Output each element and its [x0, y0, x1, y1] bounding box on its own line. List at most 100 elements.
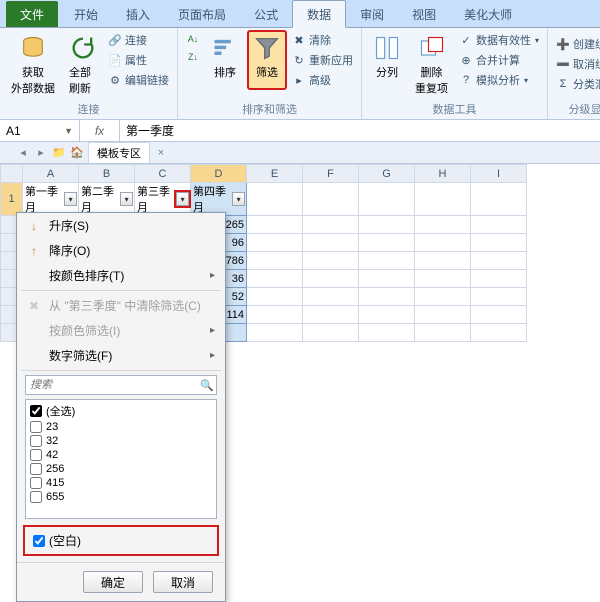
- ok-button[interactable]: 确定: [83, 571, 143, 593]
- ribbon-tabs: 文件 开始 插入 页面布局 公式 数据 审阅 视图 美化大师: [0, 0, 600, 28]
- group-button[interactable]: ➕创建组: [554, 35, 600, 53]
- filter-dropdown-c[interactable]: ▾: [176, 192, 189, 206]
- cell-b1[interactable]: 第二季月▾: [79, 183, 135, 216]
- tab-formulas[interactable]: 公式: [240, 1, 292, 27]
- colhead-g[interactable]: G: [359, 165, 415, 183]
- properties-button[interactable]: 📄属性: [106, 51, 171, 69]
- template-zone-tab[interactable]: 模板专区: [88, 142, 150, 163]
- tab-insert[interactable]: 插入: [112, 1, 164, 27]
- advanced-filter-button[interactable]: ▸高级: [290, 71, 355, 89]
- prev-sheet-icon[interactable]: ◂: [16, 146, 30, 160]
- filter-values-list[interactable]: (全选) 23 32 42 256 415 655: [25, 399, 217, 519]
- connections-button[interactable]: 🔗连接: [106, 31, 171, 49]
- filter-check-item[interactable]: 23: [28, 420, 214, 434]
- cell-a1[interactable]: 第一季月▾: [23, 183, 79, 216]
- cell[interactable]: [303, 183, 359, 216]
- link-icon: 🔗: [108, 33, 122, 47]
- colhead-h[interactable]: H: [415, 165, 471, 183]
- group-label-data-tools: 数据工具: [368, 99, 541, 117]
- tab-review[interactable]: 审阅: [346, 1, 398, 27]
- close-tab-icon[interactable]: ×: [154, 146, 168, 160]
- data-validation-button[interactable]: ✓数据有效性: [457, 31, 541, 49]
- get-external-data-button[interactable]: 获取 外部数据: [6, 31, 60, 99]
- ungroup-button[interactable]: ➖取消组合: [554, 55, 600, 73]
- whatif-button[interactable]: ?模拟分析: [457, 71, 541, 89]
- rowhead-1[interactable]: 1: [1, 183, 23, 216]
- sort-desc-item[interactable]: ↑降序(O): [17, 238, 225, 263]
- filter-blanks-marked: (空白): [23, 525, 219, 556]
- tab-beautify[interactable]: 美化大师: [450, 1, 526, 27]
- select-all-corner[interactable]: [1, 165, 23, 183]
- validation-icon: ✓: [459, 33, 473, 47]
- advanced-icon: ▸: [292, 73, 306, 87]
- duplicates-icon: [418, 34, 446, 62]
- refresh-all-button[interactable]: 全部刷新: [64, 31, 102, 99]
- filter-check-select-all[interactable]: (全选): [28, 402, 214, 420]
- folder-icon[interactable]: 📁: [52, 146, 66, 160]
- filter-dropdown-a[interactable]: ▾: [64, 192, 77, 206]
- cell[interactable]: [359, 183, 415, 216]
- tab-page-layout[interactable]: 页面布局: [164, 1, 240, 27]
- tab-view[interactable]: 视图: [398, 1, 450, 27]
- text-to-columns-button[interactable]: 分列: [368, 31, 406, 99]
- filter-dropdown-d[interactable]: ▾: [232, 192, 245, 206]
- whatif-icon: ?: [459, 73, 473, 87]
- subtotal-button[interactable]: Σ分类汇总: [554, 75, 600, 93]
- sort-asc-icon: A↓: [186, 32, 200, 46]
- filter-dropdown-b[interactable]: ▾: [120, 192, 133, 206]
- colhead-c[interactable]: C: [135, 165, 191, 183]
- filter-check-item[interactable]: 42: [28, 448, 214, 462]
- group-label-sort-filter: 排序和筛选: [184, 99, 355, 117]
- ribbon-group-outline: ➕创建组 ➖取消组合 Σ分类汇总 分级显示: [548, 28, 600, 119]
- tab-file[interactable]: 文件: [6, 1, 58, 27]
- filter-check-blanks[interactable]: (空白): [31, 531, 211, 550]
- edit-links-button[interactable]: ⚙编辑链接: [106, 71, 171, 89]
- filter-check-item[interactable]: 655: [28, 490, 214, 504]
- number-filters-item[interactable]: 数字筛选(F): [17, 343, 225, 368]
- autofilter-panel: ↓升序(S) ↑降序(O) 按颜色排序(T) ✖从 "第三季度" 中清除筛选(C…: [16, 212, 226, 602]
- consolidate-button[interactable]: ⊕合并计算: [457, 51, 541, 69]
- tab-home[interactable]: 开始: [60, 1, 112, 27]
- cell-c1[interactable]: 第三季月▾: [135, 183, 191, 216]
- sort-by-color-item[interactable]: 按颜色排序(T): [17, 263, 225, 288]
- filter-search-input[interactable]: [26, 379, 200, 391]
- sort-asc-item[interactable]: ↓升序(S): [17, 213, 225, 238]
- cell[interactable]: [471, 183, 527, 216]
- subtotal-icon: Σ: [556, 77, 570, 91]
- clear-filter-button[interactable]: ✖清除: [290, 31, 355, 49]
- reapply-button[interactable]: ↻重新应用: [290, 51, 355, 69]
- fx-button[interactable]: fx: [80, 120, 120, 141]
- remove-duplicates-button[interactable]: 删除 重复项: [410, 31, 453, 99]
- sort-asc-button[interactable]: A↓: [184, 31, 202, 47]
- home-icon[interactable]: 🏠: [70, 146, 84, 160]
- get-external-data-label: 获取 外部数据: [11, 64, 55, 96]
- filter-check-item[interactable]: 415: [28, 476, 214, 490]
- filter-button[interactable]: 筛选: [248, 31, 286, 89]
- filter-check-item[interactable]: 32: [28, 434, 214, 448]
- cell-d1[interactable]: 第四季月▾: [191, 183, 247, 216]
- sort-button[interactable]: 排序: [206, 31, 244, 89]
- filter-by-color-item: 按颜色筛选(I): [17, 318, 225, 343]
- colhead-a[interactable]: A: [23, 165, 79, 183]
- sort-icon: [211, 34, 239, 62]
- filter-search[interactable]: 🔍: [25, 375, 217, 395]
- cancel-button[interactable]: 取消: [153, 571, 213, 593]
- filter-check-item[interactable]: 256: [28, 462, 214, 476]
- next-sheet-icon[interactable]: ▸: [34, 146, 48, 160]
- colhead-d[interactable]: D: [191, 165, 247, 183]
- refresh-icon: [69, 34, 97, 62]
- chevron-down-icon: ▼: [64, 126, 73, 136]
- name-box[interactable]: A1 ▼: [0, 120, 80, 141]
- cell[interactable]: [247, 183, 303, 216]
- ribbon-group-data-tools: 分列 删除 重复项 ✓数据有效性 ⊕合并计算 ?模拟分析 数据工具: [362, 28, 548, 119]
- group-icon: ➕: [556, 37, 570, 51]
- cell[interactable]: [415, 183, 471, 216]
- properties-icon: 📄: [108, 53, 122, 67]
- formula-input[interactable]: 第一季度: [120, 120, 600, 141]
- sort-desc-button[interactable]: Z↓: [184, 49, 202, 65]
- colhead-e[interactable]: E: [247, 165, 303, 183]
- colhead-b[interactable]: B: [79, 165, 135, 183]
- tab-data[interactable]: 数据: [292, 0, 346, 28]
- colhead-i[interactable]: I: [471, 165, 527, 183]
- colhead-f[interactable]: F: [303, 165, 359, 183]
